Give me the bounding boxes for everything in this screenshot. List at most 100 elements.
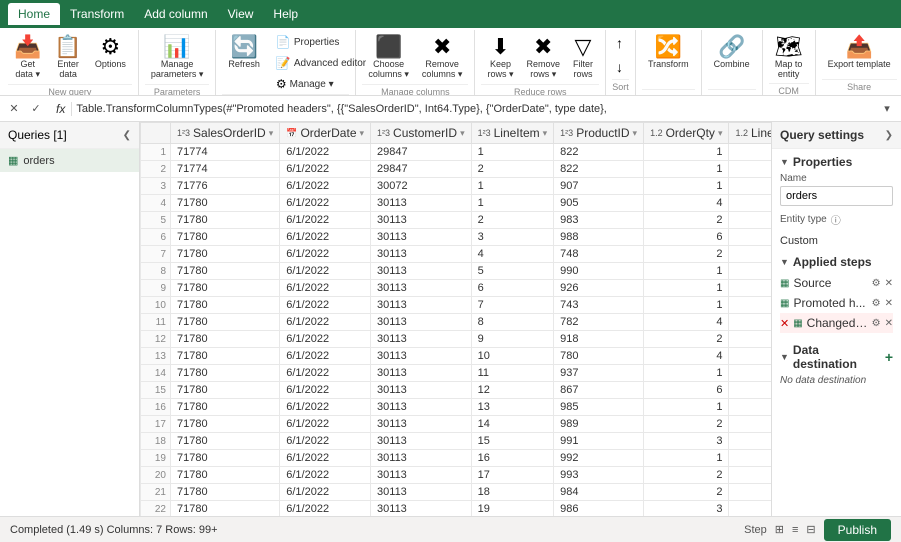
table-cell: 10 bbox=[471, 348, 554, 365]
combine-button[interactable]: 🔗 Combine bbox=[708, 32, 756, 73]
properties-icon: 📄 bbox=[276, 35, 291, 49]
table-cell: 6 bbox=[644, 229, 729, 246]
export-template-button[interactable]: 📤 Export template bbox=[822, 32, 897, 73]
table-cell: 971.98 bbox=[729, 433, 771, 450]
table-cell: 1637.4 bbox=[729, 246, 771, 263]
table-cell: 71780 bbox=[171, 263, 280, 280]
nav-transform[interactable]: Transform bbox=[60, 3, 134, 25]
col-header-lineitem[interactable]: 1²3 LineItem ▾ bbox=[471, 123, 554, 144]
col-customerid-filter-icon[interactable]: ▾ bbox=[460, 128, 465, 139]
entity-type-info-icon[interactable]: ⓘ bbox=[831, 212, 841, 227]
step-source[interactable]: ▦ Source ⚙ ✕ bbox=[780, 273, 893, 293]
formula-bar-check-icon[interactable]: ✓ bbox=[26, 99, 46, 119]
col-productid-filter-icon[interactable]: ▾ bbox=[633, 128, 638, 139]
query-item-orders[interactable]: ▦ orders bbox=[0, 149, 139, 172]
table-cell: 9 bbox=[471, 331, 554, 348]
table-cell: 4 bbox=[644, 314, 729, 331]
choose-columns-button[interactable]: ⬛ Choosecolumns ▾ bbox=[362, 32, 415, 84]
manage-params-button[interactable]: 📊 Manageparameters ▾ bbox=[145, 32, 210, 84]
step-source-settings-icon[interactable]: ⚙ bbox=[872, 278, 881, 289]
table-row: 16717806/1/20223011313985167.8 bbox=[141, 399, 772, 416]
col-header-salesorderid[interactable]: 1²3 SalesOrderID ▾ bbox=[171, 123, 280, 144]
table-cell: 30113 bbox=[371, 467, 472, 484]
data-grid-wrapper[interactable]: 1²3 SalesOrderID ▾ 📅 OrderDate ▾ bbox=[140, 122, 771, 516]
table-cell: 990 bbox=[554, 263, 644, 280]
table-cell: 6/1/2022 bbox=[280, 263, 371, 280]
table-cell: 867 bbox=[554, 382, 644, 399]
sort-desc-button[interactable]: ↓ bbox=[612, 56, 627, 78]
keep-rows-button[interactable]: ⬇ Keeprows ▾ bbox=[481, 32, 519, 84]
formula-bar-expand-icon[interactable]: ▾ bbox=[877, 99, 897, 119]
name-input[interactable] bbox=[780, 186, 893, 206]
table-cell: 2 bbox=[471, 212, 554, 229]
section-properties[interactable]: ▼ Properties bbox=[780, 155, 893, 169]
step-promoted-delete-icon[interactable]: ✕ bbox=[885, 298, 893, 309]
enter-data-button[interactable]: 📋 Enterdata bbox=[48, 32, 87, 83]
step-changed-delete-icon[interactable]: ✕ bbox=[885, 318, 893, 329]
properties-label: Properties bbox=[294, 37, 340, 48]
step-promoted-settings-icon[interactable]: ⚙ bbox=[872, 298, 881, 309]
section-applied-steps[interactable]: ▼ Applied steps bbox=[780, 255, 893, 269]
step-promoted[interactable]: ▦ Promoted h... ⚙ ✕ bbox=[780, 293, 893, 313]
table-cell: 8 bbox=[471, 314, 554, 331]
col-orderqty-filter-icon[interactable]: ▾ bbox=[718, 128, 723, 139]
table-cell: 71780 bbox=[171, 297, 280, 314]
table-cell: 5507.98 bbox=[729, 314, 771, 331]
table-cell: 30113 bbox=[371, 399, 472, 416]
data-dest-add-button[interactable]: + bbox=[885, 349, 893, 365]
nav-view[interactable]: View bbox=[218, 3, 264, 25]
nav-help[interactable]: Help bbox=[263, 3, 308, 25]
transform-button[interactable]: 🔀 Transform bbox=[642, 32, 695, 73]
map-entity-button[interactable]: 🗺 Map toentity bbox=[769, 32, 809, 83]
remove-rows-button[interactable]: ✖ Removerows ▾ bbox=[520, 32, 566, 84]
get-data-button[interactable]: 📥 Getdata ▾ bbox=[8, 32, 47, 84]
table-row: 8717806/1/20223011359901323.99 bbox=[141, 263, 772, 280]
right-panel-expand-icon[interactable]: ❯ bbox=[885, 130, 893, 141]
filter-rows-button[interactable]: ▽ Filterrows bbox=[567, 32, 599, 83]
table-cell: 5 bbox=[471, 263, 554, 280]
table-cell: 822 bbox=[554, 144, 644, 161]
step-view-icon[interactable]: ⊞ bbox=[775, 523, 784, 536]
col-salesorderid-filter-icon[interactable]: ▾ bbox=[269, 128, 274, 139]
step-changed-label: Changed co... bbox=[807, 316, 868, 330]
table-cell: 907 bbox=[554, 178, 644, 195]
table-cell: 71780 bbox=[171, 484, 280, 501]
col-lineitem-filter-icon[interactable]: ▾ bbox=[543, 128, 548, 139]
step-promoted-label: Promoted h... bbox=[793, 296, 867, 310]
step-columns-icon[interactable]: ⊟ bbox=[806, 523, 815, 536]
choose-columns-icon: ⬛ bbox=[375, 36, 402, 58]
step-source-delete-icon[interactable]: ✕ bbox=[885, 278, 893, 289]
col-header-orderqty[interactable]: 1.2 OrderQty ▾ bbox=[644, 123, 729, 144]
nav-add-column[interactable]: Add column bbox=[134, 3, 217, 25]
table-row: 14717806/1/20223011311937148.59 bbox=[141, 365, 772, 382]
sort-asc-button[interactable]: ↑ bbox=[612, 32, 627, 54]
col-header-lineitemtotal[interactable]: 1.2 LineItemTotal ▾ bbox=[729, 123, 771, 144]
col-lineitemtotal-label: LineItemTotal bbox=[751, 126, 771, 140]
nav-home[interactable]: Home bbox=[8, 3, 60, 25]
options-button[interactable]: ⚙ Options bbox=[89, 32, 132, 73]
step-list-icon[interactable]: ≡ bbox=[792, 524, 798, 536]
status-bar: Completed (1.49 s) Columns: 7 Rows: 99+ … bbox=[0, 516, 901, 542]
step-changed-settings-icon[interactable]: ⚙ bbox=[872, 318, 881, 329]
section-data-dest[interactable]: ▼ Data destination bbox=[780, 343, 885, 371]
col-orderdate-filter-icon[interactable]: ▾ bbox=[360, 128, 365, 139]
data-dest-value: No data destination bbox=[780, 375, 893, 386]
refresh-button[interactable]: 🔄 Refresh bbox=[222, 32, 266, 94]
col-header-productid[interactable]: 1²3 ProductID ▾ bbox=[554, 123, 644, 144]
table-cell: 780 bbox=[554, 348, 644, 365]
table-cell: 135.6 bbox=[729, 484, 771, 501]
queries-panel-collapse-icon[interactable]: ❮ bbox=[123, 130, 131, 141]
table-cell: 6/1/2022 bbox=[280, 246, 371, 263]
table-cell: 1 bbox=[644, 365, 729, 382]
data-destination-section: ▼ Data destination + No data destination bbox=[780, 343, 893, 386]
publish-button[interactable]: Publish bbox=[824, 519, 891, 541]
col-header-orderdate[interactable]: 📅 OrderDate ▾ bbox=[280, 123, 371, 144]
queries-panel-title: Queries [1] bbox=[8, 128, 67, 142]
table-cell: 48.59 bbox=[729, 365, 771, 382]
formula-bar-delete-icon[interactable]: ✕ bbox=[4, 99, 24, 119]
table-cell: 992 bbox=[554, 450, 644, 467]
remove-columns-button[interactable]: ✖ Removecolumns ▾ bbox=[416, 32, 469, 84]
step-changed[interactable]: ✕ ▦ Changed co... ⚙ ✕ bbox=[780, 313, 893, 333]
formula-bar-input[interactable]: Table.TransformColumnTypes(#"Promoted he… bbox=[76, 103, 873, 115]
col-header-customerid[interactable]: 1²3 CustomerID ▾ bbox=[371, 123, 472, 144]
